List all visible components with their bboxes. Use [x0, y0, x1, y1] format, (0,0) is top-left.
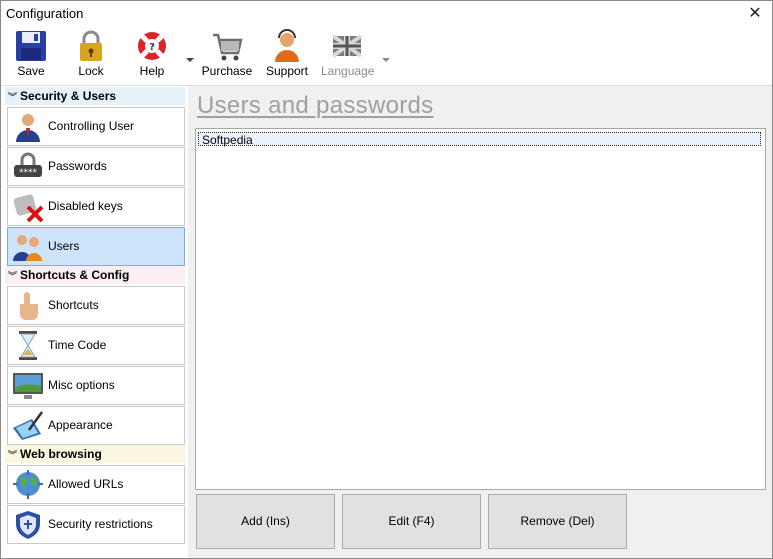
help-dropdown-arrow-icon[interactable] — [186, 56, 194, 64]
users-icon — [13, 235, 42, 261]
sidebar-item-label: Shortcuts — [48, 298, 99, 312]
svg-text:?: ? — [149, 42, 155, 53]
monitor-icon — [13, 373, 43, 399]
group-header-shortcuts-config[interactable]: ︾ Shortcuts & Config — [5, 266, 185, 284]
group-label: Shortcuts & Config — [20, 268, 130, 282]
main-panel: Users and passwords Softpedia Add (Ins) … — [188, 86, 772, 558]
edit-button[interactable]: Edit (F4) — [342, 494, 481, 549]
close-icon[interactable]: ✕ — [738, 1, 772, 27]
sidebar-item-label: Misc options — [48, 378, 115, 392]
sidebar: ︾ Security & Users Controlling User **** … — [1, 86, 188, 558]
sidebar-item-label: Users — [48, 239, 80, 253]
lifebuoy-icon: ? — [138, 32, 166, 60]
sidebar-item-label: Security restrictions — [48, 517, 153, 531]
save-button[interactable]: Save — [11, 29, 51, 81]
sidebar-item-users[interactable]: Users — [7, 227, 185, 266]
chevron-collapse-icon: ︾ — [8, 92, 18, 102]
lock-button[interactable]: Lock — [73, 29, 109, 81]
help-button[interactable]: ? Help — [133, 29, 171, 81]
sidebar-item-misc-options[interactable]: Misc options — [7, 366, 185, 405]
sidebar-item-allowed-urls[interactable]: Allowed URLs — [7, 465, 185, 504]
support-label: Support — [265, 64, 309, 78]
remove-button[interactable]: Remove (Del) — [488, 494, 627, 549]
add-button[interactable]: Add (Ins) — [196, 494, 335, 549]
sidebar-item-label: Disabled keys — [48, 199, 123, 213]
lock-label: Lock — [78, 64, 104, 78]
password-padlock-icon: **** — [14, 152, 42, 178]
sidebar-item-time-code[interactable]: Time Code — [7, 326, 185, 365]
sidebar-item-label: Controlling User — [48, 119, 135, 133]
title-bar: Configuration ✕ — [1, 1, 772, 27]
disabled-keys-icon — [13, 194, 44, 222]
support-person-icon — [275, 29, 299, 62]
uk-flag-icon — [331, 34, 363, 58]
purchase-label: Purchase — [201, 64, 253, 78]
list-item[interactable]: Softpedia — [198, 132, 761, 147]
configuration-window: Configuration ✕ Save Lock ? Help Purchas… — [0, 0, 773, 559]
sidebar-item-security-restrictions[interactable]: Security restrictions — [7, 505, 185, 544]
language-button[interactable]: Language — [321, 29, 375, 81]
chevron-collapse-icon: ︾ — [8, 271, 18, 281]
sidebar-item-appearance[interactable]: Appearance — [7, 406, 185, 445]
sidebar-item-label: Allowed URLs — [48, 477, 124, 491]
page-title: Users and passwords — [197, 92, 434, 119]
language-label: Language — [321, 64, 375, 78]
pen-tablet-icon — [13, 411, 44, 440]
shield-icon — [16, 511, 40, 539]
sidebar-item-label: Appearance — [48, 418, 113, 432]
group-label: Security & Users — [20, 89, 117, 103]
shopping-cart-icon — [213, 33, 243, 61]
toolbar: Save Lock ? Help Purchase Support Langua… — [1, 27, 772, 86]
sidebar-item-shortcuts[interactable]: Shortcuts — [7, 286, 185, 325]
sidebar-item-label: Passwords — [48, 159, 107, 173]
sidebar-item-disabled-keys[interactable]: Disabled keys — [7, 187, 185, 226]
hand-pointer-icon — [20, 292, 38, 320]
svg-text:****: **** — [19, 168, 38, 178]
globe-icon — [13, 470, 43, 499]
hourglass-icon — [19, 331, 37, 360]
padlock-icon — [80, 30, 102, 61]
group-header-security-users[interactable]: ︾ Security & Users — [5, 87, 185, 105]
group-label: Web browsing — [20, 447, 102, 461]
window-title: Configuration — [6, 6, 84, 21]
user-icon — [16, 114, 40, 142]
support-button[interactable]: Support — [265, 29, 309, 81]
group-header-web-browsing[interactable]: ︾ Web browsing — [5, 445, 185, 463]
users-list[interactable]: Softpedia — [195, 128, 766, 490]
language-dropdown-arrow-icon[interactable] — [382, 56, 390, 64]
sidebar-item-controlling-user[interactable]: Controlling User — [7, 107, 185, 146]
help-label: Help — [139, 64, 165, 78]
sidebar-item-label: Time Code — [48, 338, 107, 352]
sidebar-item-passwords[interactable]: **** Passwords — [7, 147, 185, 186]
save-label: Save — [17, 64, 45, 78]
purchase-button[interactable]: Purchase — [201, 29, 253, 81]
floppy-disk-icon — [16, 31, 46, 61]
chevron-collapse-icon: ︾ — [8, 450, 18, 460]
